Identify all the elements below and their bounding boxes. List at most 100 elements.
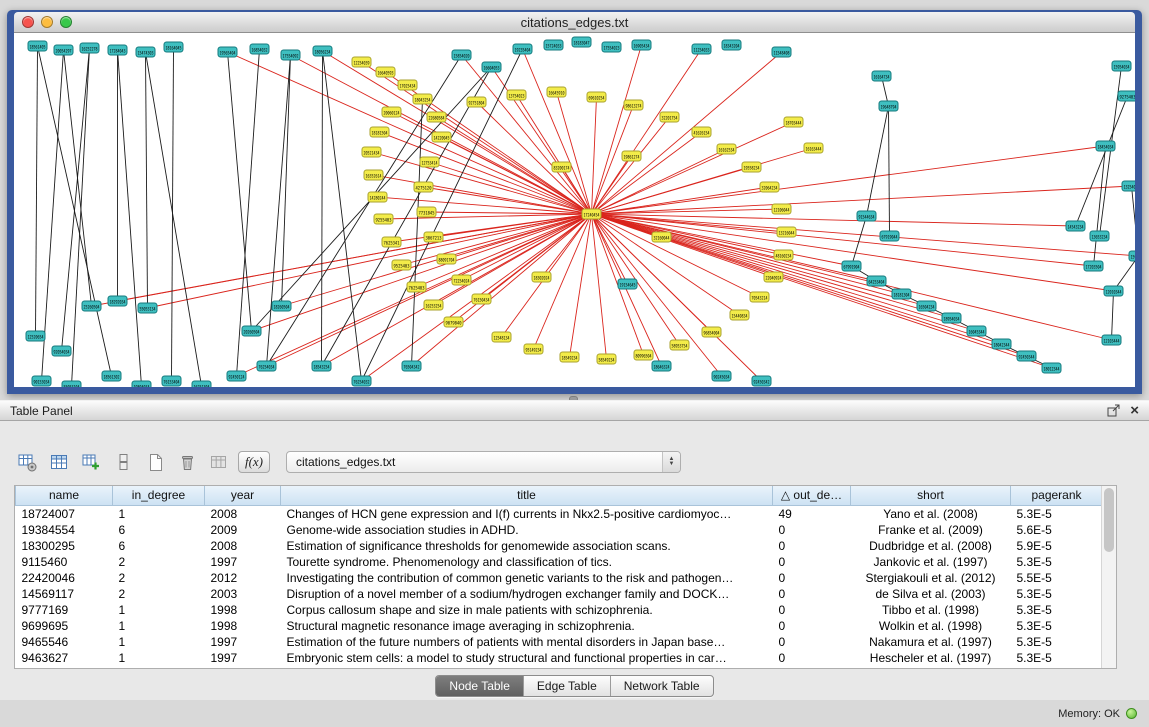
graph-node[interactable]: 18292034 [108,296,127,306]
graph-node[interactable]: 90245034 [712,371,731,381]
graph-node[interactable]: 90153034 [32,376,51,386]
graph-node[interactable]: 18561302 [102,371,121,381]
graph-node[interactable]: 7625403 [407,282,426,292]
graph-node[interactable]: 16162534 [717,144,736,154]
graph-node[interactable]: 12103444 [1102,335,1121,345]
graph-node[interactable]: 16164734 [872,71,891,81]
graph-node[interactable]: 20521434 [362,147,381,157]
graph-node[interactable]: 19648794 [879,101,898,111]
graph-edge[interactable] [118,50,142,386]
graph-edge[interactable] [477,102,592,214]
graph-node[interactable]: 55053134 [138,303,157,313]
float-panel-icon[interactable] [1107,404,1120,417]
table-row[interactable]: 1938455462009Genome-wide association stu… [16,522,1103,538]
graph-node[interactable]: 76153404 [162,376,181,386]
table-row[interactable]: 946554611997Estimation of the future num… [16,634,1103,650]
graph-node[interactable]: 98613274 [624,100,643,110]
graph-node[interactable]: 16905434 [632,40,651,50]
table-scrollbar[interactable] [1101,486,1116,668]
graph-node[interactable]: 76254032 [352,376,371,386]
graph-node[interactable]: 9275403 [1118,91,1135,101]
graph-node[interactable]: 12520654 [26,331,45,341]
graph-node[interactable]: 92450344 [1017,351,1036,361]
graph-node[interactable]: 80996504 [634,350,653,360]
column-header-name[interactable]: name [16,486,113,505]
column-header-short[interactable]: short [851,486,1011,505]
graph-node[interactable]: 32064234 [760,182,779,192]
graph-node[interactable]: 12254039 [352,57,371,67]
table-row[interactable]: 946362711997Embryonic stem cells: a mode… [16,650,1103,666]
graph-node[interactable]: 67919044 [880,231,899,241]
graph-node[interactable]: 20260504 [242,326,261,336]
graph-node[interactable]: 92450342 [752,376,771,386]
graph-node[interactable]: 67991904 [842,261,861,271]
graph-node[interactable]: 18302024 [532,272,551,282]
graph-node[interactable]: 19804034 [132,381,151,387]
graph-node[interactable]: 19235404 [513,44,532,54]
graph-node[interactable]: 91544634 [857,211,876,221]
graph-node[interactable]: 20060124 [382,107,401,117]
graph-node[interactable]: 18703444 [784,117,803,127]
graph-node[interactable]: 17554023 [602,42,621,52]
scrollbar-thumb[interactable] [1104,488,1114,552]
graph-node[interactable]: 41626154 [692,127,711,137]
graph-node[interactable]: 16854032 [250,44,269,54]
tab-network-table[interactable]: Network Table [610,676,713,696]
graph-edge[interactable] [322,51,323,366]
graph-node[interactable]: 18561405 [28,41,47,51]
graph-node[interactable]: 19861274 [622,151,641,161]
graph-node[interactable]: 76254034 [257,361,276,371]
graph-node[interactable]: 20054297 [54,45,73,55]
import-table-icon[interactable] [206,449,232,475]
close-window-icon[interactable] [22,16,34,28]
graph-node[interactable]: 9525403 [392,260,411,270]
column-header-pagerank[interactable]: pagerank [1011,486,1103,505]
graph-edge[interactable] [36,46,38,336]
graph-node[interactable]: 18343204 [722,40,741,50]
graph-node[interactable]: 18181304 [892,289,911,299]
graph-node[interactable]: 7625341 [382,237,401,247]
column-header-year[interactable]: year [205,486,281,505]
graph-edge[interactable] [282,55,291,306]
graph-edge[interactable] [148,214,592,308]
graph-node[interactable]: 19154645 [618,279,637,289]
graph-node[interactable]: 9255403 [374,214,393,224]
graph-node[interactable]: 32201754 [660,112,679,122]
graph-node[interactable]: 15440834 [730,310,749,320]
graph-node[interactable]: 15474303 [136,47,155,57]
graph-node[interactable]: 76150434 [472,294,491,304]
graph-node[interactable]: 16645910 [547,87,566,97]
tab-edge-table[interactable]: Edge Table [523,676,610,696]
graph-node[interactable]: 16253254 [424,300,443,310]
graph-node[interactable]: 12106044 [772,204,791,214]
graph-node[interactable]: 18012344 [1042,363,1061,373]
table-row[interactable]: 977716911998Corpus callosum shape and si… [16,602,1103,618]
network-selector-combo[interactable]: citations_edges.txt ▲▼ [286,451,681,473]
graph-node[interactable]: 25260504 [82,301,101,311]
graph-node[interactable]: 9079840 [444,317,463,327]
graph-node[interactable]: 17203504 [1084,261,1103,271]
graph-node[interactable]: 18646324 [652,361,671,371]
graph-edge[interactable] [592,45,642,214]
graph-node[interactable]: 22040924 [764,272,783,282]
graph-edge[interactable] [592,214,852,266]
graph-node[interactable]: 18043254 [413,94,432,104]
graph-node[interactable]: 12010344 [1104,286,1123,296]
graph-node[interactable]: 13216044 [777,227,796,237]
graph-node[interactable]: 18056234 [313,46,332,56]
graph-edge[interactable] [592,214,607,359]
graph-node[interactable]: 12548134 [492,332,511,342]
table-row[interactable]: 1872400712008Changes of HCN gene express… [16,505,1103,522]
graph-node[interactable]: 12753414 [420,157,439,167]
graph-node[interactable]: 64253404 [867,276,886,286]
row-height-icon[interactable] [110,449,136,475]
graph-node[interactable]: 88091704 [437,254,456,264]
graph-node[interactable]: 13254094 [1122,181,1135,191]
graph-edge[interactable] [228,52,252,331]
create-column-icon[interactable] [78,449,104,475]
graph-node[interactable]: 18543254 [312,361,331,371]
graph-node[interactable]: 18954034 [942,313,961,323]
graph-edge[interactable] [570,214,592,357]
graph-edge[interactable] [592,97,597,214]
graph-node[interactable]: 15854020 [452,50,471,60]
